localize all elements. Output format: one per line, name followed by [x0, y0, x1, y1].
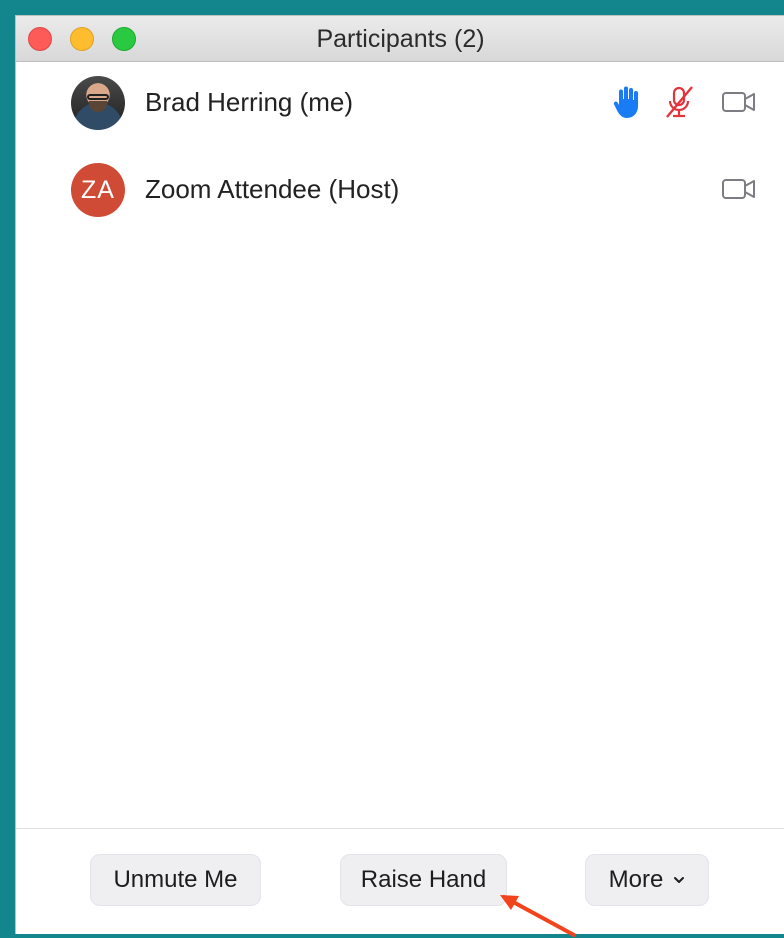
glasses-detail: [87, 94, 109, 100]
participant-row-brad[interactable]: Brad Herring (me): [16, 62, 784, 142]
raise-hand-label: Raise Hand: [360, 866, 487, 893]
video-off-icon[interactable]: [721, 175, 757, 203]
raise-hand-button[interactable]: Raise Hand: [340, 854, 507, 906]
muted-mic-icon[interactable]: [661, 84, 697, 120]
chevron-down-icon: [674, 877, 685, 883]
more-button[interactable]: More: [585, 854, 709, 906]
window-title: Participants (2): [316, 25, 485, 53]
unmute-me-button[interactable]: Unmute Me: [90, 854, 261, 906]
raised-hand-icon: [613, 86, 638, 118]
participant-name: Brad Herring (me): [145, 87, 354, 117]
beard-detail: [89, 101, 107, 112]
unmute-me-label: Unmute Me: [113, 866, 238, 893]
participant-row-zoom-attendee[interactable]: ZA Zoom Attendee (Host): [16, 149, 784, 229]
avatar-initials: ZA: [71, 163, 125, 217]
title-bar[interactable]: Participants (2): [16, 16, 784, 62]
footer-divider: [16, 828, 784, 829]
participants-window: Participants (2) Brad Herring (me) ZA Zo…: [15, 15, 784, 934]
avatar-photo: [71, 76, 125, 130]
participant-name: Zoom Attendee (Host): [145, 174, 400, 204]
video-off-icon[interactable]: [721, 88, 757, 116]
more-label: More: [608, 866, 664, 893]
